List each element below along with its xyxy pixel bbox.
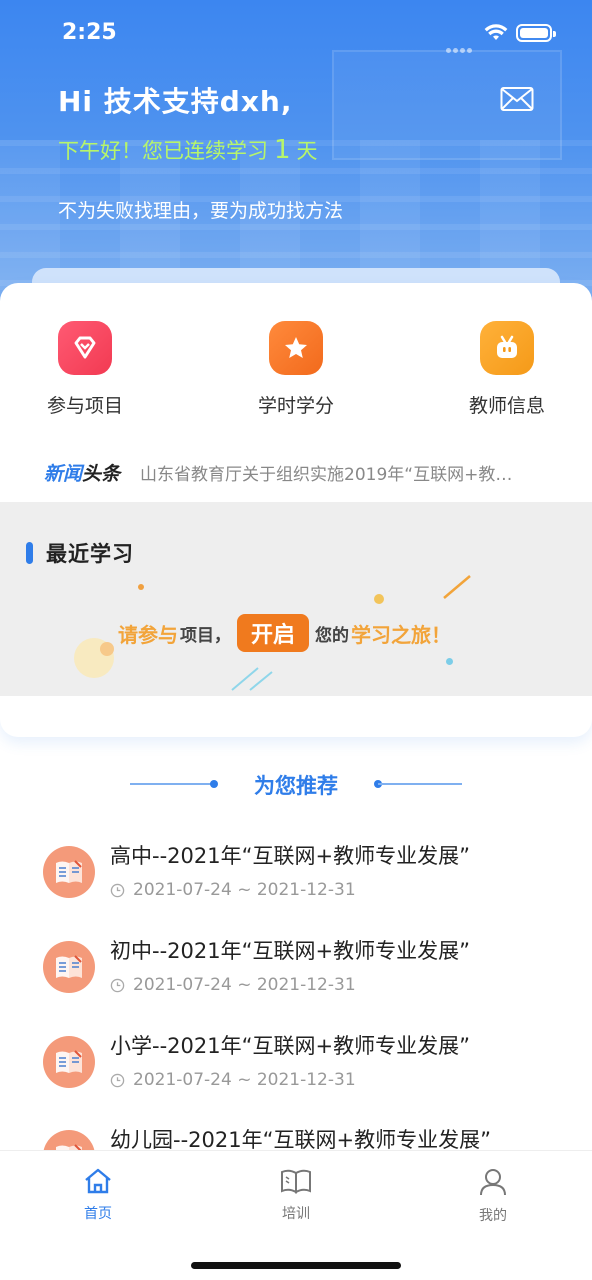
start-study-prompt[interactable]: 请参与 项目， 开启 您的 学习之旅！ bbox=[118, 614, 451, 652]
nav-label: 我的 bbox=[479, 1208, 507, 1224]
list-item[interactable]: 小学--2021年“互联网+教师专业发展” 2021-07-24 ~ 2021-… bbox=[0, 1020, 592, 1110]
course-name: 小学--2021年“互联网+教师专业发展” bbox=[110, 1034, 470, 1058]
recent-study-title: 最近学习 bbox=[46, 542, 134, 566]
diamond-icon bbox=[58, 321, 112, 375]
signal-dots-icon bbox=[446, 38, 474, 53]
list-item[interactable]: 初中--2021年“互联网+教师专业发展” 2021-07-24 ~ 2021-… bbox=[0, 925, 592, 1015]
recommend-header: 为您推荐 bbox=[0, 768, 592, 800]
home-icon bbox=[85, 1168, 111, 1194]
star-icon bbox=[269, 321, 323, 375]
quick-action-teacher-info[interactable]: 教师信息 bbox=[442, 321, 572, 418]
user-icon bbox=[480, 1169, 506, 1196]
list-item[interactable]: 高中--2021年“互联网+教师专业发展” 2021-07-24 ~ 2021-… bbox=[0, 830, 592, 920]
wifi-icon bbox=[484, 24, 508, 40]
recent-study-section: 最近学习 请参与 项目， 开启 您的 学习之旅！ bbox=[0, 502, 592, 696]
battery-icon bbox=[516, 24, 556, 42]
course-book-icon bbox=[43, 846, 95, 898]
motto-text: 不为失败找理由，要为成功找方法 bbox=[58, 200, 344, 222]
quick-action-credits[interactable]: 学时学分 bbox=[231, 321, 361, 418]
course-book-icon bbox=[43, 1036, 95, 1088]
recommend-title: 为您推荐 bbox=[254, 774, 338, 798]
news-headline[interactable]: 山东省教育厅关于组织实施2019年“互联网+教师专业发展”工程的通知 bbox=[140, 460, 526, 485]
robot-face-icon bbox=[480, 321, 534, 375]
decor-dot bbox=[100, 642, 114, 656]
nav-training[interactable]: 培训 bbox=[246, 1167, 346, 1223]
nav-home[interactable]: 首页 bbox=[48, 1167, 148, 1223]
course-date: 2021-07-24 ~ 2021-12-31 bbox=[110, 975, 356, 995]
clock-icon bbox=[110, 978, 125, 992]
home-indicator bbox=[191, 1262, 401, 1269]
nav-label: 首页 bbox=[84, 1206, 112, 1222]
decor-dot bbox=[138, 584, 144, 590]
course-name: 初中--2021年“互联网+教师专业发展” bbox=[110, 939, 470, 963]
open-book-icon bbox=[281, 1169, 311, 1194]
mail-icon[interactable] bbox=[500, 86, 534, 114]
greeting-title: Hi 技术支持dxh, bbox=[58, 85, 293, 118]
main-card: 参与项目 学时学分 教师信息 新闻头条 山东省教育厅关于组织实施2019年“互联… bbox=[0, 283, 592, 737]
status-time: 2:25 bbox=[62, 20, 117, 45]
course-date: 2021-07-24 ~ 2021-12-31 bbox=[110, 1070, 356, 1090]
study-streak-text: 下午好！您已连续学习 1 天 bbox=[58, 135, 318, 165]
streak-days: 1 bbox=[274, 135, 291, 165]
status-bar: 2:25 bbox=[0, 0, 592, 70]
bottom-nav: 首页 培训 我的 bbox=[0, 1150, 592, 1280]
quick-action-label: 教师信息 bbox=[468, 395, 545, 417]
section-marker bbox=[26, 542, 33, 564]
decor-stroke bbox=[231, 667, 273, 691]
course-book-icon bbox=[43, 941, 95, 993]
course-date: 2021-07-24 ~ 2021-12-31 bbox=[110, 880, 356, 900]
quick-action-label: 参与项目 bbox=[46, 395, 123, 417]
quick-action-projects[interactable]: 参与项目 bbox=[20, 321, 150, 418]
start-button[interactable]: 开启 bbox=[237, 614, 310, 652]
nav-label: 培训 bbox=[282, 1206, 310, 1222]
quick-action-label: 学时学分 bbox=[257, 395, 334, 417]
decor-dot bbox=[446, 658, 453, 665]
news-ticker[interactable]: 新闻头条 山东省教育厅关于组织实施2019年“互联网+教师专业发展”工程的通知 bbox=[44, 457, 564, 487]
decor-stroke bbox=[443, 575, 471, 599]
decor-dot bbox=[374, 594, 384, 604]
course-name: 高中--2021年“互联网+教师专业发展” bbox=[110, 844, 470, 868]
clock-icon bbox=[110, 1073, 125, 1087]
nav-mine[interactable]: 我的 bbox=[443, 1167, 543, 1225]
clock-icon bbox=[110, 883, 125, 897]
news-tag: 新闻头条 bbox=[44, 462, 121, 485]
